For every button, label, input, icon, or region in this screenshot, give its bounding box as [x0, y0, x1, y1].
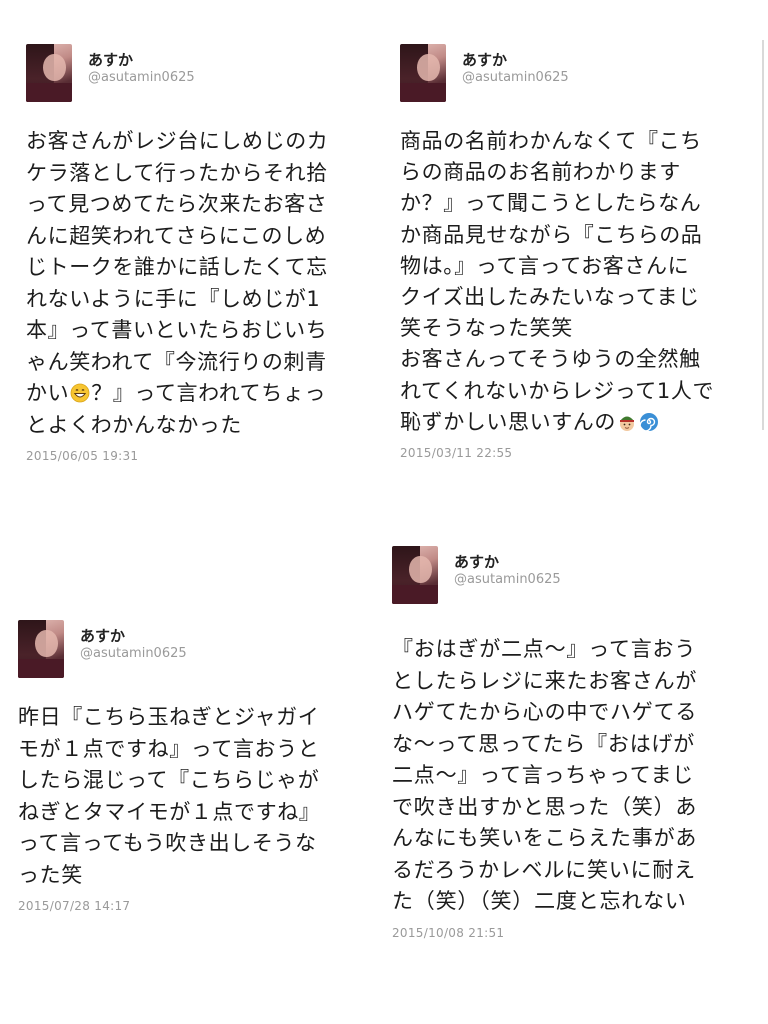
display-name[interactable]: あすか [454, 553, 561, 571]
user-names: あすか @asutamin0625 [80, 620, 187, 662]
tweet-text-line: お客さんってそうゆうの全然触 [400, 347, 701, 372]
display-name[interactable]: あすか [88, 51, 195, 69]
tweet-text-line: んなにも笑いをこらえた事があ [392, 826, 698, 850]
tweet-text-line: 昨日『こちら玉ねぎとジャガイ [18, 705, 320, 729]
tweet-text-line: って見つめてたら次来たお客さ [26, 192, 328, 216]
tweet-text-segment: ？』って言われてちょっ [91, 381, 327, 405]
tweet-text-line: クイズ出したみたいなってまじ [400, 285, 700, 310]
tweet-timestamp[interactable]: 2015/06/05 19:31 [26, 449, 366, 463]
tweet-text-line: じトークを誰かに話したくて忘 [26, 255, 328, 279]
user-handle[interactable]: @asutamin0625 [80, 646, 187, 662]
tweet-header: あすか @asutamin0625 [18, 620, 368, 680]
tweet-text-line: 二点〜』って言っちゃってまじ [392, 763, 695, 787]
tweet-header: あすか @asutamin0625 [392, 546, 752, 606]
tweet-header: あすか @asutamin0625 [26, 44, 366, 104]
tweet-text-line: したら混じって『こちらじゃが [18, 768, 320, 792]
tweet-text-line: か？』って聞こうとしたらなん [400, 191, 702, 216]
tweet-text-line: って言ってもう吹き出しそうな [18, 831, 317, 855]
tweet-text-line: ケラ落として行ったからそれ拾 [26, 160, 328, 185]
tweet-text-line: った笑 [18, 862, 83, 887]
tweet-text-line: としたらレジに来たお客さんが [392, 668, 698, 693]
tweet-text-line: モが１点ですね』って言おうと [18, 736, 320, 761]
user-names: あすか @asutamin0625 [462, 44, 569, 86]
tweet-card: あすか @asutamin0625 『おはぎが二点〜』って言おう としたらレジに… [392, 546, 752, 940]
tweet-text-line: らの商品のお名前わかります [400, 160, 681, 185]
user-names: あすか @asutamin0625 [454, 546, 561, 588]
tweet-card: あすか @asutamin0625 昨日『こちら玉ねぎとジャガイ モが１点ですね… [18, 620, 368, 913]
tweet-text-line: るだろうかレベルに笑いに耐え [392, 857, 696, 882]
user-handle[interactable]: @asutamin0625 [88, 70, 195, 86]
tweet-text-line: た（笑）（笑）二度と忘れない [392, 889, 687, 913]
tweet-text-line: 『おはぎが二点〜』って言おう [392, 637, 697, 661]
tweet-timestamp[interactable]: 2015/10/08 21:51 [392, 926, 752, 940]
avatar[interactable] [400, 44, 446, 102]
tweet-timestamp[interactable]: 2015/07/28 14:17 [18, 899, 368, 913]
tweet-text-line: かい ？』って言われてちょっ [26, 378, 366, 410]
tweet-text: 商品の名前わかんなくて『こち らの商品のお名前わかります か？』って聞こうとした… [400, 126, 750, 438]
tweet-text-line: とよくわかんなかった [26, 412, 242, 437]
user-handle[interactable]: @asutamin0625 [462, 70, 569, 86]
tweet-timestamp[interactable]: 2015/03/11 22:55 [400, 446, 750, 460]
tweet-text-line: 物は。』って言ってお客さんに [400, 253, 690, 278]
man-with-cap-emoji-icon [620, 416, 634, 431]
tweet-text-segment: かい [26, 381, 70, 405]
tweet-card: あすか @asutamin0625 お客さんがレジ台にしめじのカ ケラ落として行… [26, 44, 366, 463]
avatar[interactable] [18, 620, 64, 678]
tweet-text-line: 笑そうなった笑笑 [400, 316, 573, 341]
avatar[interactable] [392, 546, 438, 604]
user-names: あすか @asutamin0625 [88, 44, 195, 86]
tweet-text-line: な〜って思ってたら『おはげが [392, 731, 696, 756]
tweet-text: 昨日『こちら玉ねぎとジャガイ モが１点ですね』って言おうと したら混じって『こち… [18, 702, 368, 891]
tweet-text-line: ねぎとタマイモが１点ですね』 [18, 799, 321, 824]
tweet-text: お客さんがレジ台にしめじのカ ケラ落として行ったからそれ拾 って見つめてたら次来… [26, 126, 366, 441]
grinning-face-emoji-icon [70, 383, 90, 403]
cyclone-emoji-icon [639, 412, 658, 432]
tweet-text-line: んに超笑われてさらにこのしめ [26, 223, 327, 248]
tweet-text-line: お客さんがレジ台にしめじのカ [26, 129, 329, 153]
tweet-text-line: 本』って書いといたらおじいち [26, 318, 328, 342]
display-name[interactable]: あすか [462, 51, 569, 69]
tweet-text-line: 恥ずかしい思いすんの [400, 407, 750, 438]
tweet-text-line: で吹き出すかと思った（笑）あ [392, 794, 698, 819]
tweet-text-line: か商品見せながら『こちらの品 [400, 222, 703, 247]
display-name[interactable]: あすか [80, 627, 187, 645]
tweet-header: あすか @asutamin0625 [400, 44, 750, 104]
avatar[interactable] [26, 44, 72, 102]
tweet-text-line: れないように手に『しめじが1 [26, 286, 321, 311]
tweet-text-segment: 恥ずかしい思いすんの [400, 409, 616, 434]
tweet-text-line: 商品の名前わかんなくて『こち [400, 129, 702, 153]
tweet-card: あすか @asutamin0625 商品の名前わかんなくて『こち らの商品のお名… [400, 44, 750, 460]
tweet-text-line: ゃん笑われて『今流行りの刺青 [26, 349, 327, 374]
tweet-text-line: ハゲてたから心の中でハゲてる [392, 700, 698, 724]
tweet-text-line: れてくれないからレジって1人で [400, 378, 715, 403]
user-handle[interactable]: @asutamin0625 [454, 572, 561, 588]
tweet-text: 『おはぎが二点〜』って言おう としたらレジに来たお客さんが ハゲてたから心の中で… [392, 634, 752, 918]
divider [762, 40, 764, 430]
